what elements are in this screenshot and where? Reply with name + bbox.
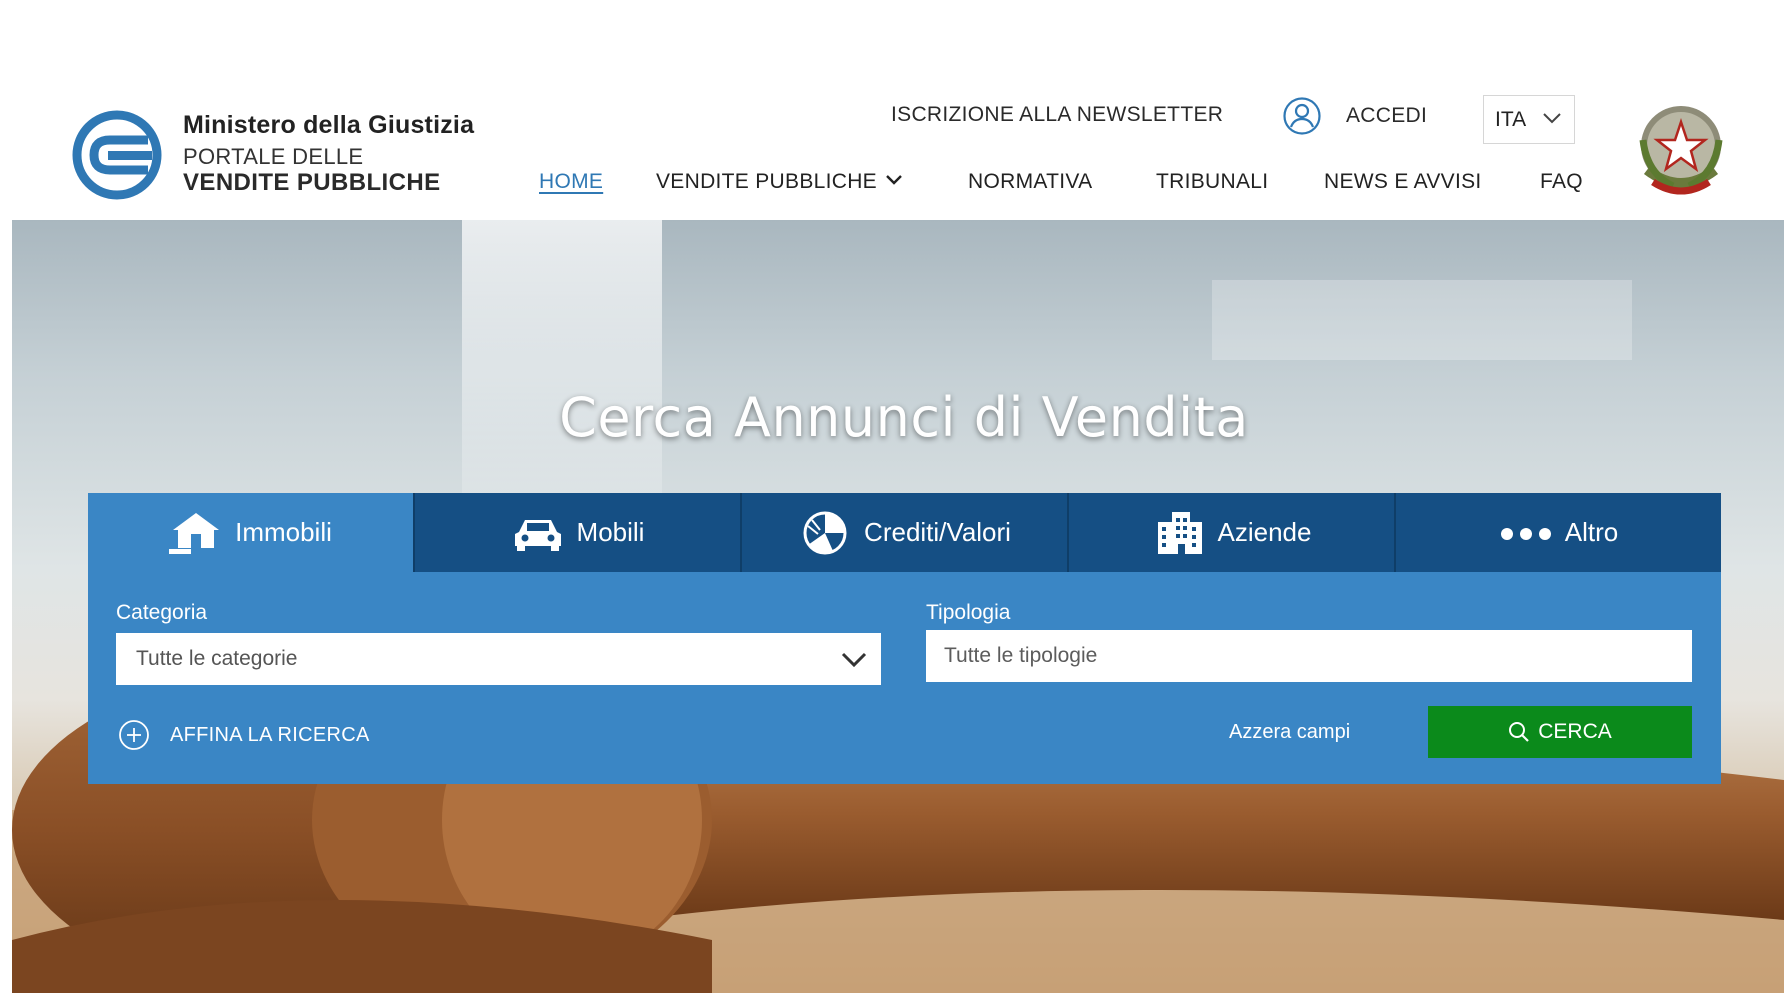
more-dots-icon (1500, 527, 1551, 540)
language-select[interactable]: ITA (1483, 95, 1575, 144)
chevron-down-icon (886, 175, 902, 185)
tab-aziende-label: Aziende (1217, 517, 1312, 547)
tipologia-label: Tipologia (926, 601, 1011, 624)
ministry-logo-icon[interactable] (70, 110, 166, 200)
brand-portale: PORTALE DELLE (183, 144, 364, 169)
hero-title: Cerca Annunci di Vendita (559, 386, 1249, 449)
nav-news-e-avvisi[interactable]: NEWS E AVVISI (1324, 170, 1482, 194)
tab-crediti-valori[interactable]: Crediti/Valori (740, 493, 1067, 572)
categoria-value: Tutte le categorie (136, 647, 298, 670)
nav-tribunali[interactable]: TRIBUNALI (1156, 170, 1268, 194)
azzera-campi-link[interactable]: Azzera campi (1229, 721, 1350, 744)
nav-home[interactable]: HOME (539, 170, 603, 194)
tab-crediti-valori-label: Crediti/Valori (864, 517, 1011, 547)
car-icon (514, 519, 561, 551)
newsletter-link[interactable]: ISCRIZIONE ALLA NEWSLETTER (891, 103, 1223, 131)
tab-mobili[interactable]: Mobili (413, 493, 740, 572)
brand-ministero: Ministero della Giustizia (183, 111, 475, 139)
house-icon (169, 512, 220, 554)
search-icon (1509, 722, 1530, 742)
search-panel: Immobili Mobili Crediti/Valori Aziende A… (88, 493, 1721, 784)
user-circle-icon (1283, 97, 1321, 135)
tab-aziende[interactable]: Aziende (1067, 493, 1394, 572)
categoria-label: Categoria (116, 601, 208, 624)
nav-vendite-pubbliche-label: VENDITE PUBBLICHE (656, 170, 877, 193)
cerca-label: CERCA (1538, 720, 1612, 743)
italian-republic-emblem-icon[interactable] (1633, 100, 1729, 200)
brand-vendite: VENDITE PUBBLICHE (183, 169, 441, 196)
chevron-down-icon (1543, 113, 1561, 124)
affina-ricerca-label: AFFINA LA RICERCA (170, 723, 370, 746)
tab-immobili[interactable]: Immobili (88, 493, 413, 572)
cerca-button[interactable]: CERCA (1428, 706, 1692, 758)
site-header: Ministero della Giustizia PORTALE DELLE … (0, 0, 1784, 220)
nav-faq[interactable]: FAQ (1540, 170, 1583, 194)
plus-circle-icon (119, 720, 149, 750)
pie-chart-icon (803, 511, 847, 554)
chevron-down-icon (841, 652, 867, 668)
accedi-label: ACCEDI (1346, 104, 1428, 127)
tab-immobili-label: Immobili (235, 517, 332, 547)
tab-altro[interactable]: Altro (1394, 493, 1721, 572)
tipologia-input[interactable] (926, 630, 1692, 682)
tab-altro-label: Altro (1564, 517, 1619, 547)
search-tabs: Immobili Mobili Crediti/Valori Aziende A… (88, 493, 1721, 572)
accedi-link[interactable]: ACCEDI (1282, 96, 1427, 136)
tab-mobili-label: Mobili (576, 517, 645, 547)
affina-ricerca-toggle[interactable]: AFFINA LA RICERCA (118, 719, 370, 751)
language-value: ITA (1495, 107, 1527, 131)
nav-vendite-pubbliche[interactable]: VENDITE PUBBLICHE (656, 170, 903, 194)
brand-block[interactable]: Ministero della Giustizia PORTALE DELLE … (183, 113, 474, 195)
categoria-select[interactable]: Tutte le categorie (116, 633, 881, 685)
building-icon (1157, 511, 1202, 554)
nav-normativa[interactable]: NORMATIVA (968, 170, 1092, 194)
